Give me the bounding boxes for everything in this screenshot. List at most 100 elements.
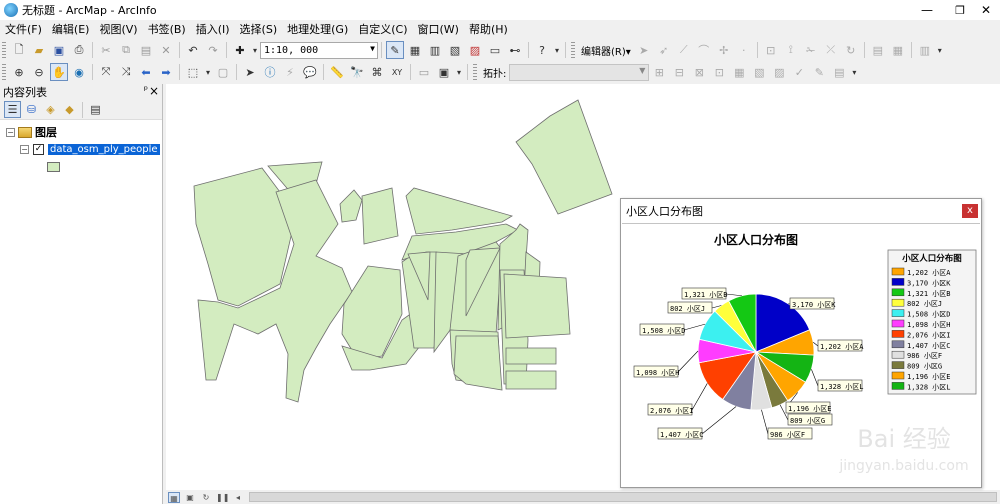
end-point-arc-icon[interactable]: ⌒ xyxy=(695,41,713,59)
zoom-in-icon[interactable]: ⊕ xyxy=(10,63,28,81)
topology-edit-icon[interactable]: ⊟ xyxy=(670,63,688,81)
pan-hand-icon[interactable]: ✋ xyxy=(50,63,68,81)
select-dropdown-icon[interactable]: ▾ xyxy=(204,63,212,81)
editor-options-icon[interactable]: ▾ xyxy=(936,41,944,59)
sketch-properties-icon[interactable]: ▦ xyxy=(889,41,907,59)
map-topology-icon[interactable]: ⊞ xyxy=(650,63,668,81)
menu-windows[interactable]: 窗口(W) xyxy=(413,21,464,37)
cut-polygons-icon[interactable]: ✁ xyxy=(802,41,820,59)
zoom-out-icon[interactable]: ⊖ xyxy=(30,63,48,81)
menu-file[interactable]: 文件(F) xyxy=(0,21,47,37)
layer-row[interactable]: − ✓ data_osm_ply_people xyxy=(20,142,160,156)
open-folder-icon[interactable]: ▰ xyxy=(30,41,48,59)
layer-name[interactable]: data_osm_ply_people xyxy=(48,143,160,155)
go-to-xy-icon[interactable]: XY xyxy=(388,63,406,81)
horizontal-scrollbar[interactable] xyxy=(249,492,997,502)
collapse-icon[interactable]: − xyxy=(6,127,15,137)
menu-bookmarks[interactable]: 书签(B) xyxy=(143,21,191,37)
edit-annotation-icon[interactable]: ➶ xyxy=(655,41,673,59)
menu-customize[interactable]: 自定义(C) xyxy=(353,21,412,37)
select-elements-icon[interactable]: ➤ xyxy=(241,63,259,81)
toc-close-icon[interactable]: × xyxy=(149,84,159,98)
back-extent-icon[interactable]: ⬅ xyxy=(137,63,155,81)
toolbar-grip[interactable] xyxy=(571,42,575,58)
arctoolbox-icon[interactable]: ▨ xyxy=(466,41,484,59)
graph-window-close-button[interactable]: x xyxy=(962,204,978,218)
identify-icon[interactable]: ⓘ xyxy=(261,63,279,81)
list-by-selection-icon[interactable]: ◆ xyxy=(61,101,78,118)
pin-icon[interactable]: ᵖ xyxy=(144,85,148,96)
rotate-icon[interactable]: ↻ xyxy=(842,41,860,59)
edit-vertices-icon[interactable]: ⊡ xyxy=(762,41,780,59)
find-route-icon[interactable]: ⌘ xyxy=(368,63,386,81)
copy-icon[interactable]: ⧉ xyxy=(117,41,135,59)
list-by-visibility-icon[interactable]: ◈ xyxy=(42,101,59,118)
fixed-zoom-out-icon[interactable]: ⤨ xyxy=(117,63,135,81)
list-by-drawing-order-icon[interactable]: ☰ xyxy=(4,101,21,118)
layer-symbol-row[interactable] xyxy=(47,160,60,174)
print-icon[interactable]: ⎙ xyxy=(70,41,88,59)
straight-segment-icon[interactable]: ⟋ xyxy=(675,41,693,59)
collapse-icon[interactable]: − xyxy=(20,144,29,154)
fixed-zoom-in-icon[interactable]: ⤧ xyxy=(97,63,115,81)
undo-icon[interactable]: ↶ xyxy=(184,41,202,59)
refresh-icon[interactable]: ↻ xyxy=(200,492,212,503)
catalog-window-icon[interactable]: ▥ xyxy=(426,41,444,59)
create-viewer-icon[interactable]: ▣ xyxy=(435,63,453,81)
menu-edit[interactable]: 编辑(E) xyxy=(47,21,95,37)
scroll-left-icon[interactable]: ◂ xyxy=(232,492,244,503)
list-by-source-icon[interactable]: ⛁ xyxy=(23,101,40,118)
create-features-icon[interactable]: ▥ xyxy=(916,41,934,59)
toolbar-grip[interactable] xyxy=(2,64,6,80)
planarize-icon[interactable]: ▦ xyxy=(730,63,748,81)
fix-topology-icon[interactable]: ✎ xyxy=(810,63,828,81)
menu-help[interactable]: 帮助(H) xyxy=(464,21,513,37)
layers-group-row[interactable]: − 图层 xyxy=(6,125,57,139)
measure-icon[interactable]: 📏 xyxy=(328,63,346,81)
construct-polygons-icon[interactable]: ▧ xyxy=(750,63,768,81)
show-shared-features-icon[interactable]: ⊠ xyxy=(690,63,708,81)
menu-view[interactable]: 视图(V) xyxy=(94,21,142,37)
add-data-dropdown-icon[interactable]: ▾ xyxy=(251,41,259,59)
restore-button[interactable]: ❐ xyxy=(950,0,970,20)
save-icon[interactable]: ▣ xyxy=(50,41,68,59)
layout-view-icon[interactable]: ▣ xyxy=(184,492,196,503)
menu-geoprocessing[interactable]: 地理处理(G) xyxy=(282,21,353,37)
delete-icon[interactable]: ✕ xyxy=(157,41,175,59)
forward-extent-icon[interactable]: ➡ xyxy=(157,63,175,81)
attributes-icon[interactable]: ▤ xyxy=(869,41,887,59)
modelbuilder-icon[interactable]: ⊷ xyxy=(506,41,524,59)
paste-icon[interactable]: ▤ xyxy=(137,41,155,59)
cut-icon[interactable]: ✂ xyxy=(97,41,115,59)
editor-menu[interactable]: 编辑器(R)▾ xyxy=(578,43,634,58)
menu-selection[interactable]: 选择(S) xyxy=(235,21,283,37)
python-window-icon[interactable]: ▭ xyxy=(486,41,504,59)
point-icon[interactable]: · xyxy=(735,41,753,59)
split-polygons-icon[interactable]: ▨ xyxy=(770,63,788,81)
add-data-icon[interactable]: ✚ xyxy=(231,41,249,59)
menu-insert[interactable]: 插入(I) xyxy=(191,21,235,37)
data-view-icon[interactable]: ▦ xyxy=(168,491,180,503)
trace-icon[interactable]: ✢ xyxy=(715,41,733,59)
redo-icon[interactable]: ↷ xyxy=(204,41,222,59)
layer-visibility-checkbox[interactable]: ✓ xyxy=(33,143,44,155)
editor-toolbar-icon[interactable]: ✎ xyxy=(386,41,404,59)
toc-options-icon[interactable]: ▤ xyxy=(87,101,104,118)
whats-this-icon[interactable]: ? xyxy=(533,41,551,59)
search-window-icon[interactable]: ▧ xyxy=(446,41,464,59)
graph-window[interactable]: 小区人口分布图 x 小区人口分布图 3,170 小区K 1,202 小区A 1,32… xyxy=(620,198,982,488)
graph-window-titlebar[interactable]: 小区人口分布图 x xyxy=(621,199,981,223)
edit-tool-icon[interactable]: ➤ xyxy=(635,41,653,59)
toolbar-grip[interactable] xyxy=(2,42,6,58)
find-icon[interactable]: 🔭 xyxy=(348,63,366,81)
graph-area[interactable]: 小区人口分布图 3,170 小区K 1,202 小区A 1,328 小区L 1,196… xyxy=(622,223,980,487)
construct-features-icon[interactable]: ⊡ xyxy=(710,63,728,81)
close-button[interactable]: ✕ xyxy=(972,0,1000,20)
map-scale-combo[interactable]: 1:10, 000 ▼ xyxy=(260,41,378,59)
error-inspector-icon[interactable]: ▤ xyxy=(830,63,848,81)
toc-window-icon[interactable]: ▦ xyxy=(406,41,424,59)
hyperlink-icon[interactable]: ⚡ xyxy=(281,63,299,81)
select-features-icon[interactable]: ⬚ xyxy=(184,63,202,81)
toolbar-grip[interactable] xyxy=(473,64,477,80)
pause-drawing-icon[interactable]: ❚❚ xyxy=(216,492,229,503)
